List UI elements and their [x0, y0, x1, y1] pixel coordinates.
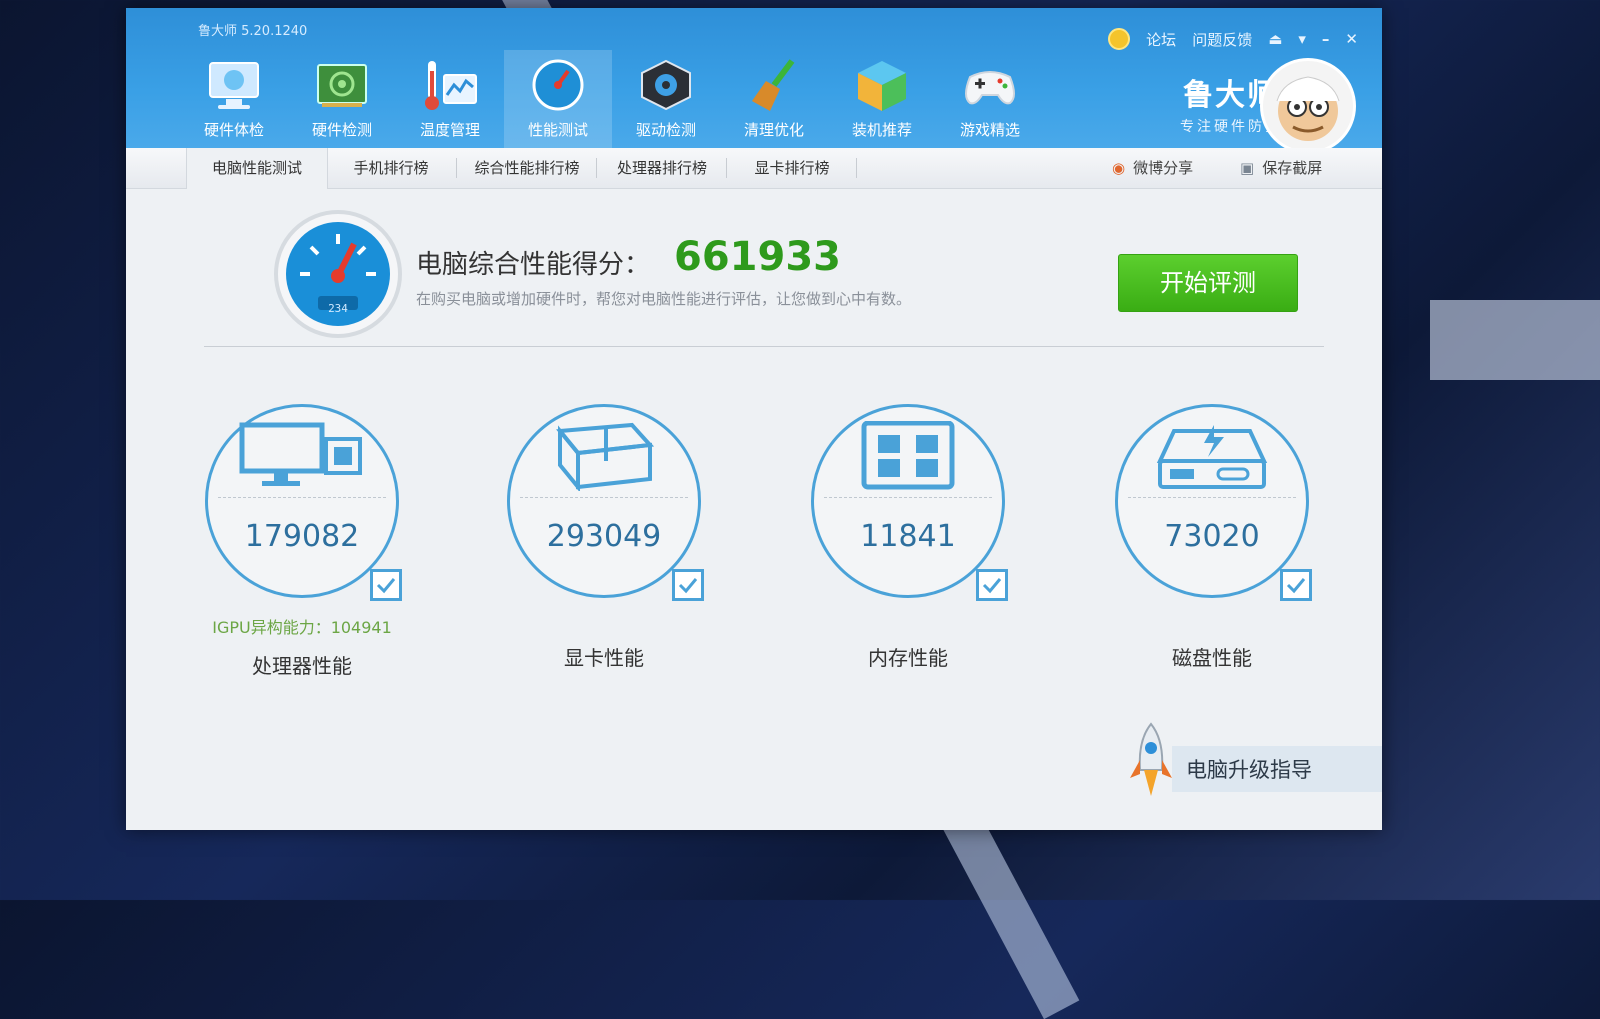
check-icon[interactable]	[672, 569, 704, 601]
save-screenshot-label: 保存截屏	[1262, 159, 1323, 177]
top-actions: 论坛 问题反馈 ⏏ ▾ – ✕	[1108, 28, 1358, 50]
menu-icon[interactable]: ▾	[1298, 30, 1306, 48]
tab-separator	[596, 158, 597, 178]
coin-icon[interactable]	[1108, 28, 1131, 50]
metric-label: 处理器性能	[252, 654, 352, 678]
header: 鲁大师 5.20.1240 论坛 问题反馈 ⏏ ▾ – ✕ 硬件体检 硬件检测 …	[126, 8, 1382, 154]
forum-link[interactable]: 论坛	[1146, 29, 1176, 50]
graphics-card-icon	[556, 422, 655, 491]
nav-item-driver-detect[interactable]: 驱动检测	[612, 50, 720, 148]
metric-value: 11841	[860, 519, 956, 554]
nav-label: 温度管理	[419, 121, 480, 139]
weibo-share-label: 微博分享	[1133, 159, 1194, 177]
divider	[204, 346, 1324, 347]
tab-cpu-ranking[interactable]: 处理器排行榜	[602, 148, 722, 188]
app-window: 鲁大师 5.20.1240 论坛 问题反馈 ⏏ ▾ – ✕ 硬件体检 硬件检测 …	[126, 8, 1382, 830]
metric-value: 179082	[244, 519, 360, 554]
metric-value: 293049	[546, 519, 662, 554]
metric-label: 显卡性能	[564, 646, 644, 670]
nav-label: 装机推荐	[851, 121, 912, 139]
nav-label: 驱动检测	[635, 121, 696, 139]
feedback-link[interactable]: 问题反馈	[1192, 29, 1252, 50]
score-gauge: 234	[274, 210, 402, 338]
score-title: 电脑综合性能得分：	[416, 250, 651, 280]
broom-icon	[752, 59, 795, 111]
thermometer-icon	[425, 61, 477, 110]
upgrade-guide-button[interactable]: 电脑升级指导	[1130, 722, 1382, 796]
weibo-share-button[interactable]: ◉ 微博分享	[1112, 148, 1193, 188]
score-value: 661933	[674, 234, 841, 280]
check-icon[interactable]	[976, 569, 1008, 601]
nav-item-temperature[interactable]: 温度管理	[396, 50, 504, 148]
memory-icon	[861, 421, 955, 490]
nav-item-hardware-detect[interactable]: 硬件检测	[288, 50, 396, 148]
main-nav: 硬件体检 硬件检测 温度管理 性能测试 驱动检测 清理优化 装机推荐 游戏精选	[180, 50, 1044, 148]
circuit-board-icon	[317, 64, 367, 107]
tab-separator	[456, 158, 457, 178]
cube-icon	[858, 61, 906, 111]
nav-item-cleanup[interactable]: 清理优化	[720, 50, 828, 148]
gamepad-icon	[965, 71, 1015, 105]
app-title: 鲁大师 5.20.1240	[198, 24, 308, 39]
metric-circle: 179082	[205, 404, 402, 601]
gear-chip-icon	[641, 59, 691, 111]
weibo-icon: ◉	[1112, 159, 1126, 177]
tab-phone-ranking[interactable]: 手机排行榜	[336, 148, 446, 188]
gauge-reading: 234	[328, 302, 348, 315]
tab-separator	[726, 158, 727, 178]
tab-pc-performance[interactable]: 电脑性能测试	[186, 148, 328, 189]
nav-item-performance-test[interactable]: 性能测试	[504, 50, 612, 148]
nav-item-build-recommend[interactable]: 装机推荐	[828, 50, 936, 148]
check-icon[interactable]	[1280, 569, 1312, 601]
dash-line	[218, 497, 386, 498]
nav-item-games[interactable]: 游戏精选	[936, 50, 1044, 148]
tab-gpu-ranking[interactable]: 显卡排行榜	[732, 148, 852, 188]
nav-label: 清理优化	[743, 121, 804, 139]
metric-cpu: 179082 IGPU异构能力：104941 处理器性能	[192, 404, 412, 679]
metric-disk: 73020 磁盘性能	[1102, 404, 1322, 671]
close-button[interactable]: ✕	[1345, 30, 1358, 48]
upload-icon[interactable]: ⏏	[1268, 30, 1282, 48]
monitor-icon	[209, 62, 259, 109]
upgrade-guide-label: 电脑升级指导	[1186, 758, 1312, 782]
dash-line	[824, 497, 992, 498]
speedometer-icon	[532, 59, 584, 111]
start-test-button[interactable]: 开始评测	[1118, 254, 1298, 312]
dash-line	[520, 497, 688, 498]
tab-overall-ranking[interactable]: 综合性能排行榜	[462, 148, 592, 188]
score-section: 234 电脑综合性能得分： 661933 在购买电脑或增加硬件时，帮您对电脑性能…	[126, 188, 1382, 348]
metric-circle: 11841	[811, 404, 1008, 601]
igpu-score: IGPU异构能力：104941	[212, 618, 392, 637]
dash-line	[1128, 497, 1296, 498]
disk-icon	[1156, 425, 1268, 489]
nav-item-hardware-checkup[interactable]: 硬件体检	[180, 50, 288, 148]
save-screenshot-button[interactable]: ▣ 保存截屏	[1240, 148, 1322, 188]
metric-memory: 11841 内存性能	[798, 404, 1018, 671]
score-description: 在购买电脑或增加硬件时，帮您对电脑性能进行评估，让您做到心中有数。	[416, 290, 912, 308]
metric-gpu: 293049 显卡性能	[494, 404, 714, 671]
nav-label: 性能测试	[527, 121, 588, 139]
tab-separator	[856, 158, 857, 178]
camera-icon: ▣	[1240, 159, 1255, 177]
speedometer-icon	[286, 222, 390, 326]
check-icon[interactable]	[370, 569, 402, 601]
nav-label: 游戏精选	[959, 121, 1020, 139]
rocket-icon	[1130, 722, 1172, 796]
cpu-monitor-icon	[239, 422, 362, 486]
metric-circle: 293049	[507, 404, 704, 601]
minimize-button[interactable]: –	[1322, 30, 1330, 48]
metric-value: 73020	[1164, 519, 1260, 554]
nav-label: 硬件体检	[203, 121, 264, 139]
metric-circle: 73020	[1115, 404, 1312, 601]
tab-bar: 电脑性能测试 手机排行榜 综合性能排行榜 处理器排行榜 显卡排行榜 ◉ 微博分享…	[126, 148, 1382, 189]
metric-label: 内存性能	[868, 646, 948, 670]
nav-label: 硬件检测	[311, 121, 372, 139]
metric-label: 磁盘性能	[1172, 646, 1252, 670]
mascot-avatar[interactable]	[1260, 58, 1356, 154]
